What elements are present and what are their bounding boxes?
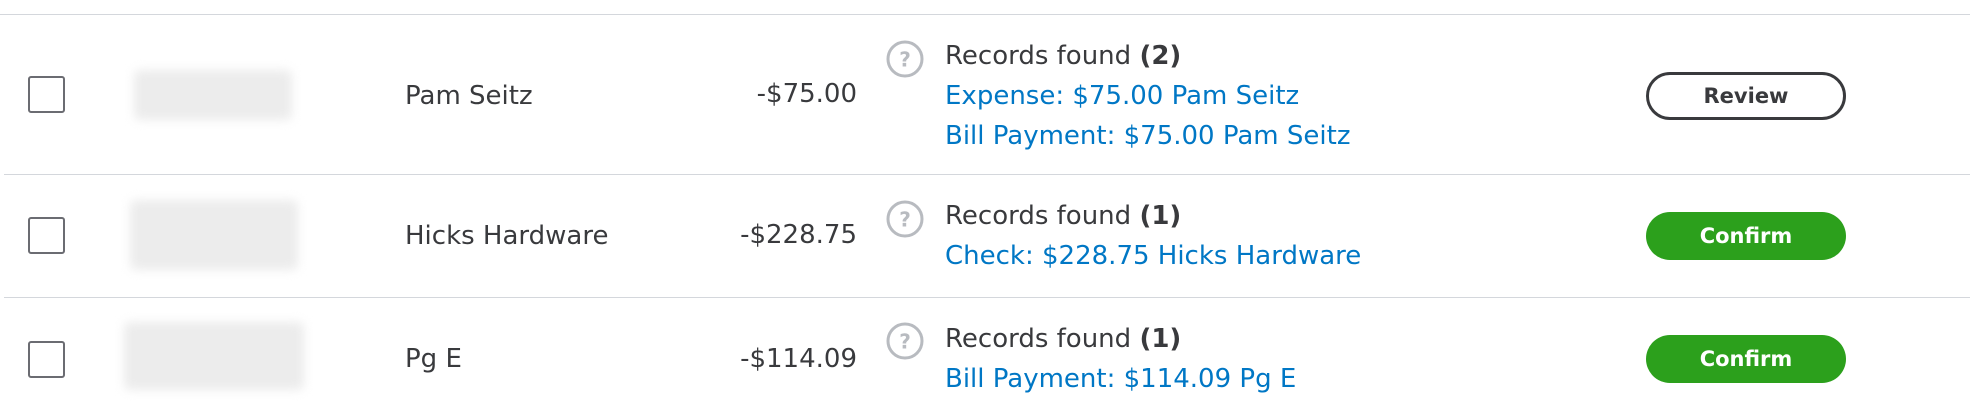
row-select-checkbox[interactable] [28,76,65,113]
question-circle-icon[interactable]: ? [885,321,925,361]
svg-text:?: ? [899,330,911,354]
match-link-expense[interactable]: Expense: $75.00 Pam Seitz [945,76,1350,116]
records-found-count: (1) [1139,324,1182,354]
match-link-bill-payment[interactable]: Bill Payment: $75.00 Pam Seitz [945,116,1350,156]
review-button[interactable]: Review [1646,72,1846,120]
blurred-date [124,322,304,390]
confirm-button[interactable]: Confirm [1646,212,1846,260]
question-circle-icon[interactable]: ? [885,199,925,239]
blurred-date [134,70,292,120]
question-circle-icon[interactable]: ? [885,39,925,79]
transaction-amount: -$75.00 [756,79,857,109]
row-divider [4,297,1970,298]
match-link-bill-payment[interactable]: Bill Payment: $114.09 Pg E [945,359,1296,399]
transaction-amount: -$114.09 [740,344,857,374]
records-found-count: (1) [1139,201,1182,231]
match-records: Records found (1) Bill Payment: $114.09 … [945,319,1296,399]
records-found-label: Records found [945,324,1132,354]
payee-name: Pg E [405,344,462,374]
payee-name: Hicks Hardware [405,221,609,251]
match-records: Records found (1) Check: $228.75 Hicks H… [945,196,1361,276]
row-divider [4,174,1970,175]
svg-text:?: ? [899,48,911,72]
svg-text:?: ? [899,208,911,232]
records-found-label: Records found [945,41,1132,71]
row-select-checkbox[interactable] [28,341,65,378]
records-found-text: Records found (1) [945,196,1361,236]
match-records: Records found (2) Expense: $75.00 Pam Se… [945,36,1350,156]
records-found-count: (2) [1139,41,1182,71]
records-found-text: Records found (2) [945,36,1350,76]
transaction-amount: -$228.75 [740,220,857,250]
table-top-border [0,14,1970,15]
records-found-label: Records found [945,201,1132,231]
row-select-checkbox[interactable] [28,217,65,254]
match-link-check[interactable]: Check: $228.75 Hicks Hardware [945,236,1361,276]
payee-name: Pam Seitz [405,81,533,111]
confirm-button[interactable]: Confirm [1646,335,1846,383]
blurred-date [130,200,298,270]
records-found-text: Records found (1) [945,319,1296,359]
